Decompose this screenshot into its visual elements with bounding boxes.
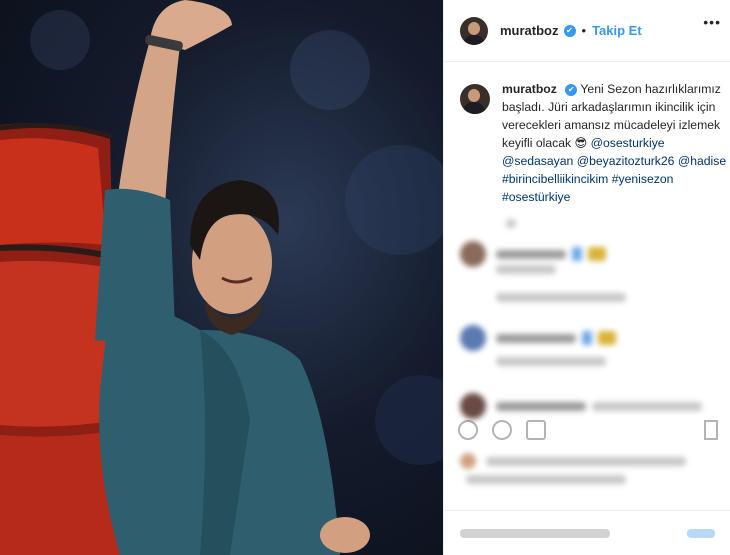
post-actions [458,420,546,440]
comment-placeholder [460,529,610,538]
list-item [460,475,626,484]
post-header: muratboz ✔ • Takip Et ••• [444,0,730,62]
list-item [460,293,626,302]
header-username[interactable]: muratboz [500,23,559,38]
caption-avatar[interactable] [460,84,490,114]
caption-username[interactable]: muratboz [502,82,557,96]
avatar[interactable] [460,16,488,45]
list-item [460,357,606,366]
bookmark-icon[interactable] [704,420,718,440]
heart-icon[interactable] [458,420,478,440]
mention-link[interactable]: @hadise [678,154,726,168]
post-photo [0,0,443,555]
separator-dot: • [581,23,587,38]
post-caption: muratboz ✔ Yeni Sezon hazırlıklarımız ba… [460,80,728,206]
list-item [460,453,686,469]
verified-badge-icon: ✔ [563,24,576,37]
list-item [460,325,616,351]
mention-link[interactable]: @beyazitozturk26 [577,154,675,168]
mention-link[interactable]: @osesturkiye [591,136,665,150]
share-icon[interactable] [526,420,546,440]
list-item [460,219,516,228]
comment-icon[interactable] [492,420,512,440]
blurred-comments [444,219,730,555]
photo-illustration [0,0,443,555]
post-comment-button[interactable] [687,529,715,538]
caption-text: muratboz ✔ Yeni Sezon hazırlıklarımız ba… [502,80,728,206]
follow-button[interactable]: Takip Et [592,23,642,38]
verified-badge-icon: ✔ [565,83,578,96]
mention-link[interactable]: @sedasayan [502,154,573,168]
list-item [460,393,702,419]
more-options-icon[interactable]: ••• [703,14,721,30]
hashtag-link[interactable]: #osestürkiye [502,190,570,204]
list-item [460,265,556,274]
list-item [460,241,606,267]
post-side-panel: muratboz ✔ • Takip Et ••• muratboz ✔ Yen… [443,0,730,555]
comment-input[interactable] [444,510,730,555]
hashtag-link[interactable]: #yenisezon [612,172,674,186]
hashtag-link[interactable]: #birincibelliikincikim [502,172,608,186]
